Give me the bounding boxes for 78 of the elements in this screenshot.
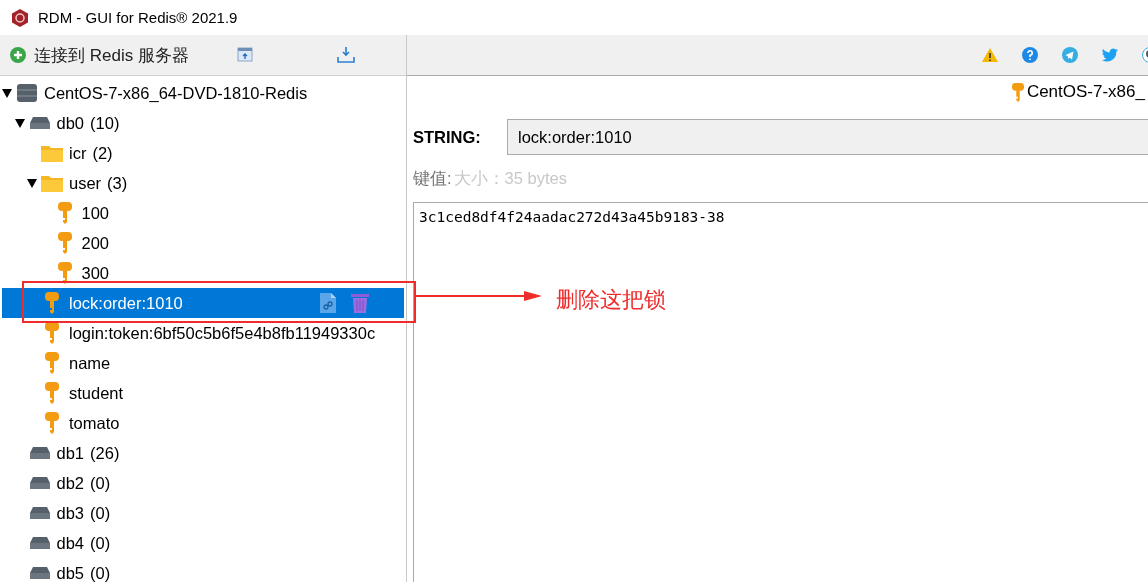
tree-item-label: db1 bbox=[56, 443, 85, 463]
tree-item[interactable]: db1 (26) bbox=[2, 438, 404, 468]
tree-item-label: 100 bbox=[81, 203, 110, 223]
bird-icon[interactable] bbox=[1102, 47, 1118, 63]
help-icon[interactable] bbox=[1022, 47, 1038, 63]
key-icon bbox=[57, 262, 72, 284]
item-count: (3) bbox=[107, 173, 128, 193]
key-icon bbox=[45, 322, 59, 344]
plus-circle-icon bbox=[10, 47, 26, 63]
download-icon[interactable] bbox=[336, 46, 355, 64]
tree-item-label: db2 bbox=[56, 473, 85, 493]
tree-item-label: student bbox=[69, 383, 124, 403]
item-count: (0) bbox=[90, 533, 111, 553]
tree-item-label: icr bbox=[69, 143, 87, 163]
tree-item-label: name bbox=[69, 353, 111, 373]
tree-item[interactable]: user (3) bbox=[2, 168, 404, 198]
tree-item-label: db4 bbox=[56, 533, 85, 553]
item-count: (26) bbox=[90, 443, 120, 463]
database-icon bbox=[29, 447, 50, 459]
tree-item-label: CentOS-7-x86_64-DVD-1810-Redis bbox=[44, 83, 308, 103]
tree-item-label: db5 bbox=[56, 563, 85, 582]
key-icon bbox=[45, 292, 59, 314]
key-icon bbox=[45, 412, 59, 434]
tree-item[interactable]: CentOS-7-x86_64-DVD-1810-Redis bbox=[2, 78, 404, 108]
app-logo-icon bbox=[10, 7, 30, 28]
tree-item[interactable]: lock:order:1010 bbox=[2, 288, 404, 318]
import-window-icon[interactable] bbox=[236, 47, 253, 63]
tree-item-label: 200 bbox=[81, 233, 110, 253]
item-count: (10) bbox=[90, 113, 120, 133]
value-label: 键值: bbox=[413, 168, 452, 189]
item-count: (0) bbox=[90, 503, 111, 523]
database-icon bbox=[29, 537, 50, 549]
key-type-label: STRING: bbox=[413, 127, 482, 147]
window-title: RDM - GUI for Redis® 2021.9 bbox=[38, 9, 238, 26]
tree-item[interactable]: db4 (0) bbox=[2, 528, 404, 558]
folder-icon bbox=[41, 144, 63, 162]
warning-icon[interactable] bbox=[982, 47, 998, 63]
tree-item-label: 300 bbox=[81, 263, 110, 283]
key-icon bbox=[57, 232, 72, 254]
database-icon bbox=[29, 567, 50, 579]
tree-item-label: db0 bbox=[56, 113, 85, 133]
tree-item[interactable]: db0 (10) bbox=[2, 108, 404, 138]
database-icon bbox=[29, 507, 50, 519]
tree-item-label: tomato bbox=[69, 413, 120, 433]
tree-item[interactable]: login:token:6bf50c5b6f5e4b8fb11949330c bbox=[2, 318, 404, 348]
expand-arrow-icon[interactable] bbox=[27, 178, 37, 188]
key-icon bbox=[45, 382, 59, 404]
paper-plane-icon[interactable] bbox=[1062, 47, 1078, 63]
server-icon bbox=[17, 83, 37, 103]
database-icon bbox=[29, 477, 50, 489]
expand-arrow-icon[interactable] bbox=[14, 118, 25, 128]
expand-arrow-icon[interactable] bbox=[2, 88, 12, 98]
tree-item[interactable]: db2 (0) bbox=[2, 468, 404, 498]
tree-item-label: login:token:6bf50c5b6f5e4b8fb11949330c bbox=[69, 323, 376, 343]
tree-item-label: user bbox=[69, 173, 102, 193]
database-icon bbox=[29, 117, 50, 129]
tree-item-label: db3 bbox=[56, 503, 85, 523]
item-count: (2) bbox=[92, 143, 113, 163]
item-count: (0) bbox=[90, 563, 111, 582]
key-icon bbox=[1011, 82, 1024, 102]
folder-icon bbox=[41, 174, 63, 192]
tree-item[interactable]: 200 bbox=[2, 228, 404, 258]
tree-item[interactable]: name bbox=[2, 348, 404, 378]
tree-item[interactable]: 100 bbox=[2, 198, 404, 228]
tree-item[interactable]: student bbox=[2, 378, 404, 408]
tree-item-label: lock:order:1010 bbox=[69, 293, 183, 313]
server-tab[interactable]: CentOS-7-x86_ bbox=[1011, 82, 1145, 102]
key-icon bbox=[45, 352, 59, 374]
tree-item[interactable]: db3 (0) bbox=[2, 498, 404, 528]
annotation-text: 删除这把锁 bbox=[556, 286, 666, 314]
tree-item[interactable]: tomato bbox=[2, 408, 404, 438]
tree-item[interactable]: 300 bbox=[2, 258, 404, 288]
key-icon bbox=[57, 202, 72, 224]
copy-document-icon[interactable] bbox=[320, 293, 336, 313]
key-name-field[interactable]: lock:order:1010 bbox=[507, 119, 1148, 155]
tree-item[interactable]: db5 (0) bbox=[2, 558, 404, 582]
tree-item[interactable]: icr (2) bbox=[2, 138, 404, 168]
item-count: (0) bbox=[90, 473, 111, 493]
